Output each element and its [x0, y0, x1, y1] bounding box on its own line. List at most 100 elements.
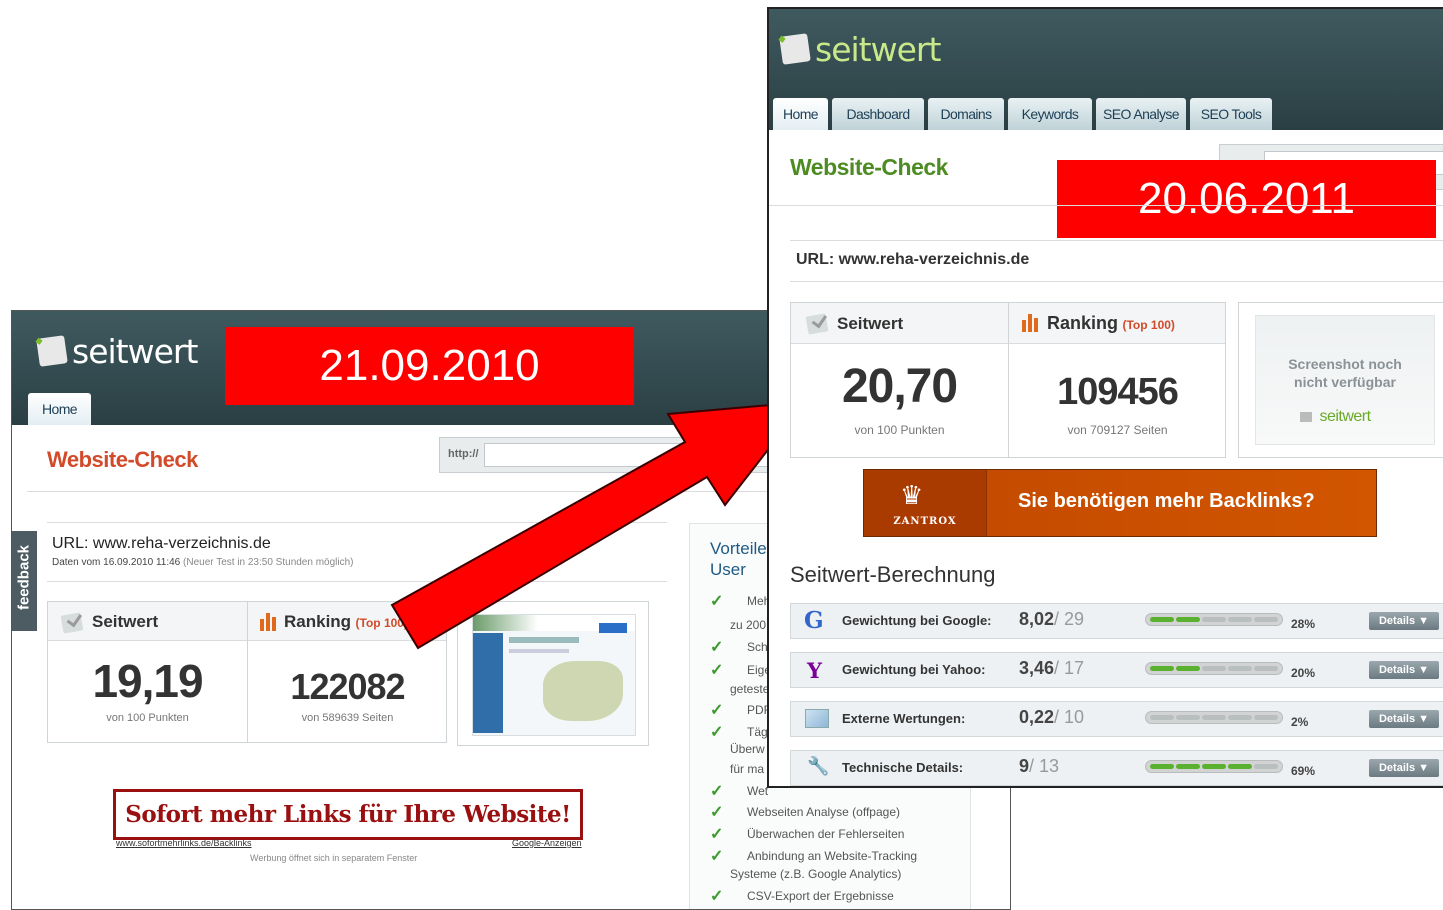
ad-note: Werbung öffnet sich in separatem Fenster — [250, 853, 418, 863]
benefit-item: Täg — [747, 725, 768, 739]
progress-segment — [1228, 617, 1252, 622]
tab-home[interactable]: Home — [28, 393, 91, 425]
benefit-item: Webseiten Analyse (offpage) — [747, 805, 900, 819]
tab-home[interactable]: Home — [773, 98, 828, 130]
details-button[interactable]: Details ▼ — [1369, 612, 1439, 630]
old-logo: seitwert — [36, 331, 198, 371]
row-label: Gewichtung bei Google: — [842, 613, 992, 628]
yahoo-icon: Y — [807, 658, 822, 683]
calc-title: Seitwert-Berechnung — [790, 562, 996, 587]
progress-segment — [1176, 715, 1200, 720]
ad-banner[interactable]: Sofort mehr Links für Ihre Website! — [113, 789, 583, 840]
ranking-label: Ranking — [284, 612, 352, 631]
row-score: 0,22 — [1019, 707, 1055, 727]
check-icon: ✓ — [710, 724, 724, 741]
feedback-tab[interactable]: feedback — [12, 531, 37, 631]
tab-seo-analyse[interactable]: SEO Analyse — [1096, 98, 1186, 130]
arrow-shape — [390, 400, 808, 650]
row-label: Externe Wertungen: — [842, 711, 966, 726]
row-progress-bar — [1145, 760, 1283, 773]
tab-seo-tools[interactable]: SEO Tools — [1190, 98, 1272, 130]
ranking-icon — [260, 613, 278, 631]
ad-url-link[interactable]: www.sofortmehrlinks.de/Backlinks — [116, 838, 252, 848]
banner-text: Sie benötigen mehr Backlinks? — [1018, 490, 1315, 512]
seitwert-label: Seitwert — [837, 314, 904, 333]
tab-dashboard[interactable]: Dashboard — [832, 98, 924, 130]
crown-icon: ♛ — [900, 480, 924, 510]
progress-segment — [1176, 617, 1200, 622]
row-progress-bar — [1145, 662, 1283, 675]
progress-segment — [1228, 764, 1252, 769]
ranking-value: 109456 — [1057, 371, 1179, 413]
row-score-group: 8,02/ 29 — [1019, 609, 1084, 630]
row-score-group: 0,22/ 10 — [1019, 707, 1084, 728]
progress-segment — [1202, 764, 1226, 769]
progress-segment — [1254, 666, 1278, 671]
progress-segment — [1254, 617, 1278, 622]
mini-logo-check-icon — [1300, 411, 1312, 422]
progress-segment — [1254, 715, 1278, 720]
check-icon: ✓ — [710, 662, 724, 679]
ranking-label-group: Ranking (Top 100) — [1047, 313, 1175, 334]
row-progress-bar — [1145, 711, 1283, 724]
benefit-item: geteste — [730, 682, 770, 696]
score-panel: Seitwert Ranking (Top 100) 20,70 von 100… — [790, 302, 1226, 458]
seitwert-label: Seitwert — [92, 612, 159, 631]
new-screenshot: seitwert Website-Check 20.06.2011 URL: w… — [767, 7, 1443, 788]
ranking-sub: von 589639 Seiten — [301, 712, 394, 724]
details-button[interactable]: Details ▼ — [1369, 759, 1439, 777]
tab-domains[interactable]: Domains — [928, 98, 1004, 130]
check-icon: ✓ — [710, 826, 724, 843]
progress-segment — [1228, 666, 1252, 671]
screenshot-text-2: nicht verfügbar — [1294, 374, 1396, 390]
google-ads-link[interactable]: Google-Anzeigen — [512, 838, 582, 848]
row-score: 9 — [1019, 756, 1030, 776]
new-date-label: 20.06.2011 — [1057, 160, 1436, 238]
progress-segment — [1202, 666, 1226, 671]
tab-keywords[interactable]: Keywords — [1008, 98, 1092, 130]
logo-check-icon — [36, 335, 68, 367]
backlinks-banner[interactable]: ♛ ZANTROX Sie benötigen mehr Backlinks? — [863, 469, 1377, 537]
row-percent: 2% — [1291, 715, 1309, 729]
row-score-group: 3,46/ 17 — [1019, 658, 1084, 679]
row-score-group: 9/ 13 — [1019, 756, 1059, 777]
progress-segment — [1228, 715, 1252, 720]
progress-segment — [1150, 764, 1174, 769]
row-percent: 28% — [1291, 617, 1316, 631]
progress-segment — [1176, 666, 1200, 671]
row-max: / 17 — [1054, 658, 1085, 678]
logo-text: seitwert — [815, 29, 941, 69]
seitwert-icon — [60, 612, 84, 634]
ranking-label: Ranking — [1047, 313, 1119, 333]
new-logo: seitwert — [779, 29, 941, 69]
check-icon: ✓ — [710, 888, 724, 905]
progress-segment — [1176, 764, 1200, 769]
progress-segment — [1254, 764, 1278, 769]
data-hint: (Neuer Test in 23:50 Stunden möglich) — [183, 557, 354, 568]
ranking-sub: von 709127 Seiten — [1067, 423, 1168, 437]
seitwert-sub: von 100 Punkten — [854, 423, 945, 437]
logo-text: seitwert — [72, 331, 198, 371]
url-line: URL: www.reha-verzeichnis.de — [796, 251, 1030, 268]
url-line: URL: www.reha-verzeichnis.de — [52, 535, 271, 552]
benefit-item: für ma — [730, 762, 765, 776]
progress-segment — [1150, 666, 1174, 671]
arrow-graphic — [390, 400, 808, 650]
details-button[interactable]: Details ▼ — [1369, 710, 1439, 728]
check-icon: ✓ — [710, 804, 724, 821]
chart-icon — [805, 709, 829, 728]
benefit-item: Systeme (z.B. Google Analytics) — [730, 867, 902, 881]
benefit-item: Wet — [747, 784, 769, 798]
row-max: / 10 — [1054, 707, 1085, 727]
benefit-item: Anbindung an Website-Tracking — [747, 849, 918, 863]
benefit-item: Überwachen der Fehlerseiten — [747, 827, 905, 841]
details-button[interactable]: Details ▼ — [1369, 661, 1439, 679]
row-label: Technische Details: — [842, 760, 964, 775]
progress-segment — [1150, 715, 1174, 720]
benefit-item: Überw — [730, 742, 765, 756]
data-line: Daten vom 16.09.2010 11:46 (Neuer Test i… — [52, 557, 354, 568]
google-icon: G — [804, 607, 824, 634]
zantrox-logo: ♛ ZANTROX — [864, 470, 987, 536]
data-date: Daten vom 16.09.2010 11:46 — [52, 557, 181, 568]
seitwert-icon — [805, 313, 829, 335]
